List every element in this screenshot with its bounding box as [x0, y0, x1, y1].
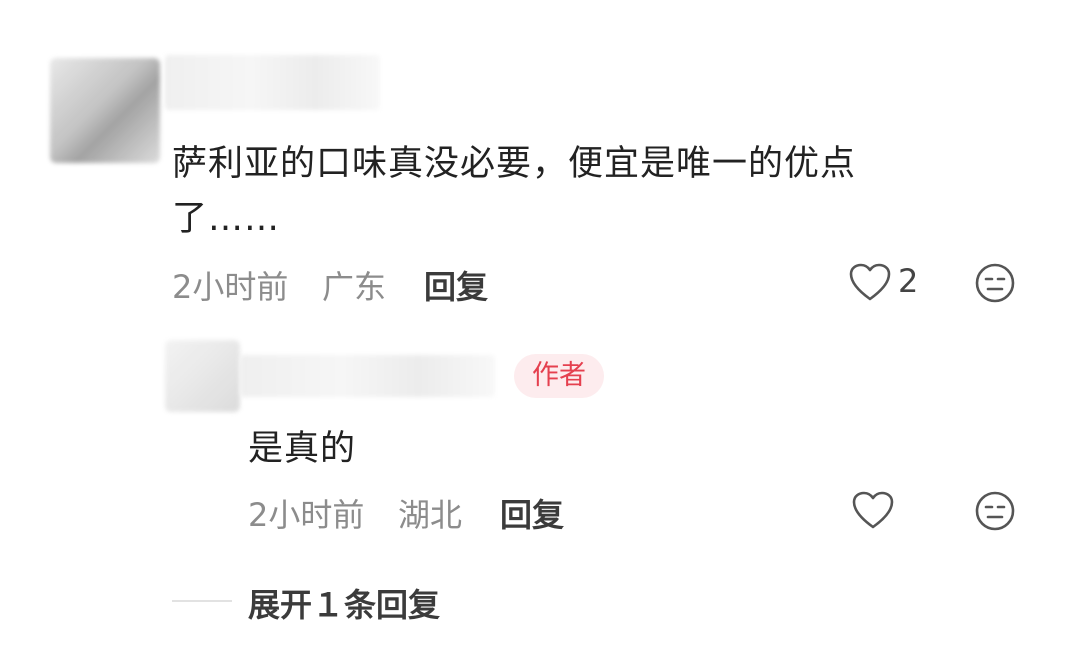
reply-time: 2小时前: [248, 496, 365, 534]
comment-thread: 萨利亚的口味真没必要，便宜是唯一的优点 了…… 2小时前 广东 回复 2 作者 …: [0, 0, 1080, 672]
comment-location: 广东: [322, 268, 387, 306]
heart-outline-icon[interactable]: [848, 262, 892, 302]
comment-text-line1: 萨利亚的口味真没必要，便宜是唯一的优点: [172, 144, 857, 184]
neutral-face-icon[interactable]: [974, 262, 1016, 304]
expand-divider: [172, 600, 232, 602]
commenter-name-redacted[interactable]: [165, 55, 380, 110]
comment-reply-button[interactable]: 回复: [424, 262, 488, 308]
expand-replies-button[interactable]: 展开１条回复: [248, 580, 440, 626]
commenter-avatar[interactable]: [50, 58, 160, 163]
neutral-face-icon[interactable]: [974, 490, 1016, 532]
reply-avatar[interactable]: [165, 340, 240, 412]
reply-location: 湖北: [398, 496, 463, 534]
heart-outline-icon[interactable]: [851, 490, 895, 530]
comment-like-count: 2: [898, 262, 919, 300]
reply-text: 是真的: [248, 429, 357, 469]
comment-text-line2: 了……: [172, 199, 281, 239]
reply-reply-button[interactable]: 回复: [500, 490, 564, 536]
author-badge: 作者: [514, 354, 604, 398]
comment-time: 2小时前: [172, 268, 289, 306]
reply-author-name-redacted[interactable]: [240, 355, 495, 397]
